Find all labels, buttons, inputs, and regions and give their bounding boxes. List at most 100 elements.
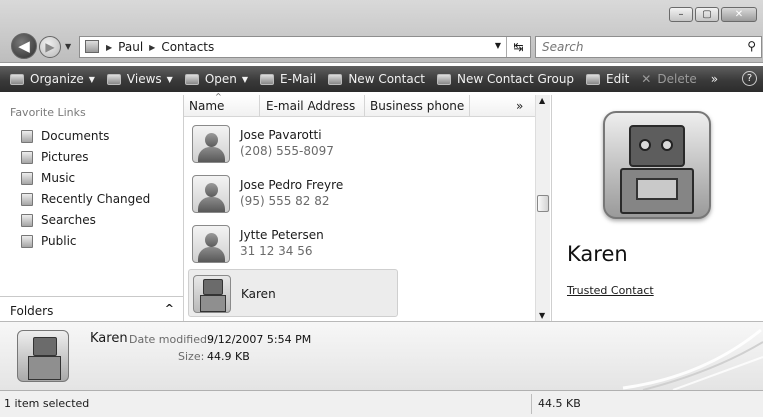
sidebar-item-pictures[interactable]: Pictures (21, 150, 89, 164)
search-box[interactable]: ⚲ (535, 36, 762, 58)
folders-label: Folders (10, 304, 54, 318)
maximize-button[interactable]: ▢ (695, 7, 719, 22)
contact-name: Jose Pedro Freyre (240, 178, 344, 192)
contact-photo (603, 111, 711, 219)
close-button[interactable]: ✕ (721, 7, 757, 22)
column-header-name[interactable]: Name (189, 99, 224, 113)
contact-avatar-icon (192, 225, 230, 263)
music-folder-icon (21, 171, 33, 185)
sidebar-item-label: Music (41, 171, 76, 185)
list-item[interactable]: Jytte Petersen 31 12 34 56 (188, 220, 398, 268)
delete-label: Delete (657, 72, 697, 86)
window-controls: – ▢ ✕ (667, 7, 757, 22)
toolbar-overflow-label: » (710, 72, 719, 86)
delete-button[interactable]: ✕ Delete (641, 72, 697, 86)
preview-pane: Karen Trusted Contact (551, 95, 763, 321)
edit-button[interactable]: Edit (586, 72, 629, 86)
sidebar-item-documents[interactable]: Documents (21, 129, 109, 143)
contact-phone: (95) 555 82 82 (240, 194, 330, 208)
new-contact-group-button[interactable]: New Contact Group (437, 72, 574, 86)
new-contact-icon (328, 73, 343, 85)
details-name: Karen (90, 331, 128, 346)
column-divider[interactable] (364, 95, 365, 117)
search-input[interactable] (542, 38, 732, 56)
email-button[interactable]: E-Mail (260, 72, 316, 86)
help-button[interactable]: ? (742, 71, 757, 86)
column-header-email[interactable]: E-mail Address (266, 99, 355, 113)
robot-avatar-icon (193, 275, 231, 313)
edit-icon (586, 73, 601, 85)
date-modified-label: Date modified: (129, 333, 211, 346)
size-label: Size: (178, 350, 205, 363)
chevron-up-icon: ^ (164, 302, 174, 315)
email-label: E-Mail (280, 72, 317, 86)
folders-toggle[interactable]: Folders ^ (0, 296, 183, 321)
contact-name: Jytte Petersen (240, 228, 324, 242)
breadcrumb-item-paul[interactable]: Paul (118, 40, 143, 55)
back-arrow-icon: ◀ (18, 37, 30, 55)
organize-button[interactable]: Organize ▼ (10, 72, 95, 86)
forward-arrow-icon: ▶ (45, 40, 55, 54)
address-bar[interactable]: ▶ Paul ▶ Contacts ▼ ↹ (79, 36, 531, 58)
sidebar-item-label: Recently Changed (41, 192, 151, 206)
organize-icon (10, 73, 24, 85)
toolbar-overflow-button[interactable]: » (711, 72, 718, 86)
breadcrumb-separator-icon[interactable]: ▶ (149, 40, 155, 55)
envelope-icon (260, 73, 275, 85)
minimize-button[interactable]: – (669, 7, 693, 22)
recently-changed-icon (21, 192, 33, 206)
trusted-contact-link[interactable]: Trusted Contact (567, 284, 654, 297)
details-thumbnail (17, 330, 69, 382)
breadcrumb-item-contacts[interactable]: Contacts (161, 40, 214, 55)
open-icon (184, 73, 199, 85)
status-bar: 1 item selected 44.5 KB (0, 390, 763, 417)
forward-button[interactable]: ▶ (39, 36, 61, 58)
contact-phone: (208) 555-8097 (240, 144, 334, 158)
column-divider[interactable] (469, 95, 470, 117)
favorite-links-heading: Favorite Links (10, 106, 86, 119)
column-divider[interactable] (259, 95, 260, 117)
open-button[interactable]: Open ▼ (184, 72, 249, 86)
scrollbar-thumb[interactable] (537, 195, 549, 212)
searches-folder-icon (21, 213, 33, 227)
sidebar-item-label: Documents (41, 129, 110, 143)
refresh-button[interactable]: ↹ (506, 37, 530, 57)
contacts-folder-icon (85, 40, 99, 53)
views-button[interactable]: Views ▼ (106, 72, 173, 86)
robot-head-icon (629, 125, 685, 167)
pictures-folder-icon (21, 150, 33, 164)
new-contact-button[interactable]: New Contact (328, 72, 425, 86)
edit-label: Edit (606, 72, 630, 86)
size-value: 44.9 KB (207, 350, 250, 363)
contact-name: Jose Pavarotti (240, 128, 322, 142)
scroll-up-icon[interactable]: ▲ (539, 96, 545, 105)
back-button[interactable]: ◀ (11, 33, 37, 59)
breadcrumb-separator-icon[interactable]: ▶ (106, 40, 112, 55)
sidebar-item-label: Searches (41, 213, 96, 227)
list-item[interactable]: Jose Pavarotti (208) 555-8097 (188, 120, 398, 168)
sidebar-item-music[interactable]: Music (21, 171, 75, 185)
robot-icon (33, 337, 57, 356)
search-icon[interactable]: ⚲ (747, 39, 756, 53)
sidebar-item-public[interactable]: Public (21, 234, 77, 248)
list-scrollbar[interactable]: ▲ ▼ (535, 95, 550, 321)
details-pane: Karen Date modified: 9/12/2007 5:54 PM S… (0, 321, 763, 390)
column-header-business-phone[interactable]: Business phone (370, 99, 464, 113)
date-modified-value[interactable]: 9/12/2007 5:54 PM (207, 333, 311, 346)
navigation-pane: Favorite Links Documents Pictures Music … (0, 95, 184, 321)
chevron-down-icon: ▼ (241, 74, 249, 84)
more-columns-button[interactable]: » (516, 99, 523, 113)
scroll-down-icon[interactable]: ▼ (539, 311, 545, 320)
help-icon: ? (746, 73, 753, 84)
address-dropdown-icon[interactable]: ▼ (495, 41, 501, 50)
command-toolbar: Organize ▼ Views ▼ Open ▼ E-Mail New Con… (0, 66, 763, 92)
sidebar-item-searches[interactable]: Searches (21, 213, 96, 227)
contact-avatar-icon (192, 175, 230, 213)
recent-pages-dropdown[interactable]: ▼ (65, 42, 71, 51)
refresh-icon: ↹ (513, 40, 524, 54)
sidebar-item-label: Public (41, 234, 77, 248)
robot-body-icon (620, 168, 694, 214)
list-item-selected[interactable]: Karen (188, 269, 398, 317)
list-item[interactable]: Jose Pedro Freyre (95) 555 82 82 (188, 170, 398, 218)
sidebar-item-recently-changed[interactable]: Recently Changed (21, 192, 150, 206)
